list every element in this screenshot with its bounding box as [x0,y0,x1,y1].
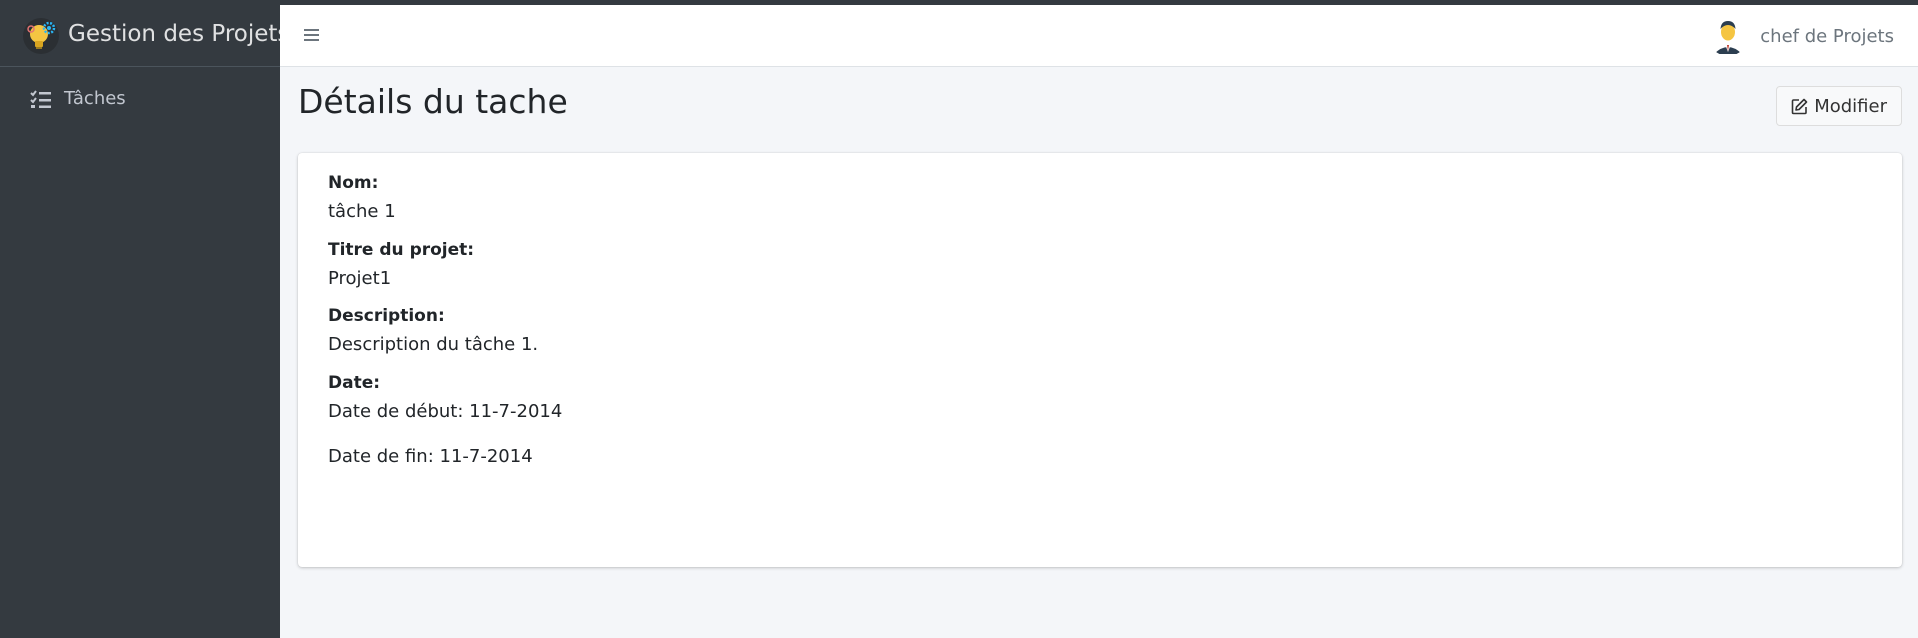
sidebar-item-taches[interactable]: Tâches [10,80,270,120]
start-date-value: Date de début: 11-7-2014 [328,401,563,422]
project-title-label: Titre du projet: [328,240,475,260]
edit-icon [1791,98,1814,115]
modify-button-label: Modifier [1814,95,1887,117]
page-title: Détails du tache [298,82,568,121]
task-details-card: Nom: tâche 1 Titre du projet: Projet1 De… [298,153,1902,567]
name-label: Nom: [328,173,379,193]
hamburger-menu-icon[interactable] [300,23,324,47]
main-content: Détails du tache Modifier Nom: tâche 1 T… [280,67,1918,638]
avatar [1708,16,1749,56]
sidebar: Gestion des Projets Tâches [0,0,289,638]
name-value: tâche 1 [328,201,396,222]
sidebar-item-label: Tâches [64,88,126,109]
brand[interactable]: Gestion des Projets [0,5,289,67]
description-label: Description: [328,306,445,326]
project-title-value: Projet1 [328,268,392,289]
tasks-icon [30,90,52,110]
user-menu[interactable]: chef de Projets [1708,13,1894,59]
modify-button[interactable]: Modifier [1776,86,1902,126]
description-value: Description du tâche 1. [328,334,539,355]
lightbulb-gear-logo-icon [22,17,60,55]
brand-title: Gestion des Projets [68,21,290,47]
date-label: Date: [328,373,381,393]
end-date-value: Date de fin: 11-7-2014 [328,446,533,467]
user-name: chef de Projets [1760,25,1894,47]
top-navbar: chef de Projets [280,5,1918,67]
